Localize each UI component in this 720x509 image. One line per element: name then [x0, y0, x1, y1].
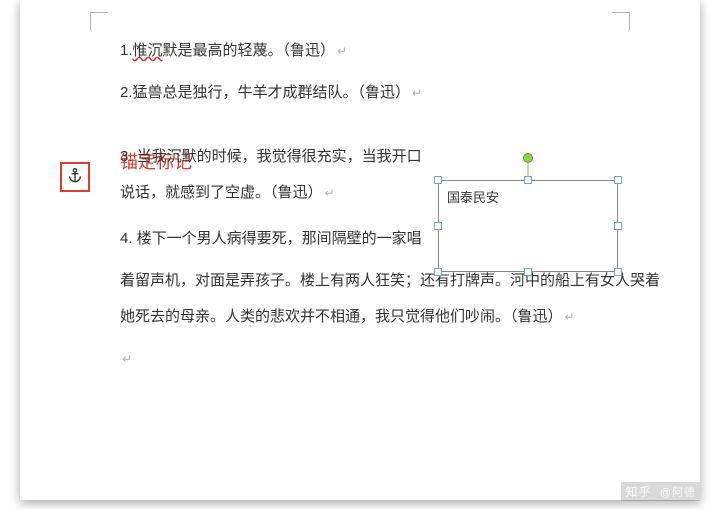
- paragraph-mark: ↵: [337, 44, 347, 58]
- resize-handle-w[interactable]: [434, 222, 442, 230]
- paragraph-2[interactable]: 2.猛兽总是独行，牛羊才成群结队。（鲁迅）↵: [120, 75, 680, 111]
- document-page: 锚定标记 1.惟沉默是最高的轻蔑。（鲁迅）↵ 2.猛兽总是独行，牛羊才成群结队。…: [30, 8, 690, 490]
- paragraph-3[interactable]: 3. 当我沉默的时候，我觉得很充实，当我开口说话，就感到了空虚。（鲁迅）↵: [120, 139, 430, 211]
- anchor-indicator[interactable]: [60, 162, 90, 192]
- rotate-stem: [528, 161, 529, 177]
- p1-prefix: 1.: [120, 42, 133, 59]
- paragraph-mark: ↵: [412, 86, 422, 100]
- paragraph-4a[interactable]: 4. 楼下一个男人病得要死，那间隔壁的一家唱: [120, 221, 430, 257]
- paragraph-mark: ↵: [122, 352, 132, 366]
- p4a-text: 4. 楼下一个男人病得要死，那间隔壁的一家唱: [120, 230, 422, 247]
- floating-textbox[interactable]: 国泰民安: [438, 180, 618, 272]
- watermark-author: @阿德: [660, 487, 696, 499]
- rotate-handle[interactable]: [523, 153, 533, 163]
- anchor-icon: [67, 167, 83, 188]
- paragraph-1[interactable]: 1.惟沉默是最高的轻蔑。（鲁迅）↵: [120, 33, 680, 69]
- p3-text: 3. 当我沉默的时候，我觉得很充实，当我开口说话，就感到了空虚。（鲁迅）: [120, 148, 422, 201]
- resize-handle-se[interactable]: [614, 268, 622, 276]
- resize-handle-sw[interactable]: [434, 268, 442, 276]
- resize-handle-n[interactable]: [524, 176, 532, 184]
- paragraph-4b[interactable]: 着留声机，对面是弄孩子。楼上有两人狂笑；还有打牌声。河中的船上有女人哭着她死去的…: [120, 263, 660, 335]
- resize-handle-ne[interactable]: [614, 176, 622, 184]
- paragraph-mark: ↵: [565, 310, 575, 324]
- empty-line[interactable]: ↵: [120, 341, 680, 377]
- p1-rest: 默是最高的轻蔑。（鲁迅）: [163, 42, 336, 59]
- p4b-text: 着留声机，对面是弄孩子。楼上有两人狂笑；还有打牌声。河中的船上有女人哭着她死去的…: [120, 272, 660, 325]
- textbox-content[interactable]: 国泰民安: [447, 190, 499, 205]
- p2-text: 2.猛兽总是独行，牛羊才成群结队。（鲁迅）: [120, 84, 410, 101]
- resize-handle-s[interactable]: [524, 268, 532, 276]
- spellcheck-squiggle: 惟沉: [133, 42, 163, 59]
- resize-handle-nw[interactable]: [434, 176, 442, 184]
- resize-handle-e[interactable]: [614, 222, 622, 230]
- watermark-site: 知乎: [625, 485, 651, 499]
- watermark: 知乎 @阿德: [621, 482, 700, 501]
- paragraph-mark: ↵: [325, 186, 335, 200]
- crop-mark-top-left: [90, 12, 108, 30]
- crop-mark-top-right: [612, 12, 630, 30]
